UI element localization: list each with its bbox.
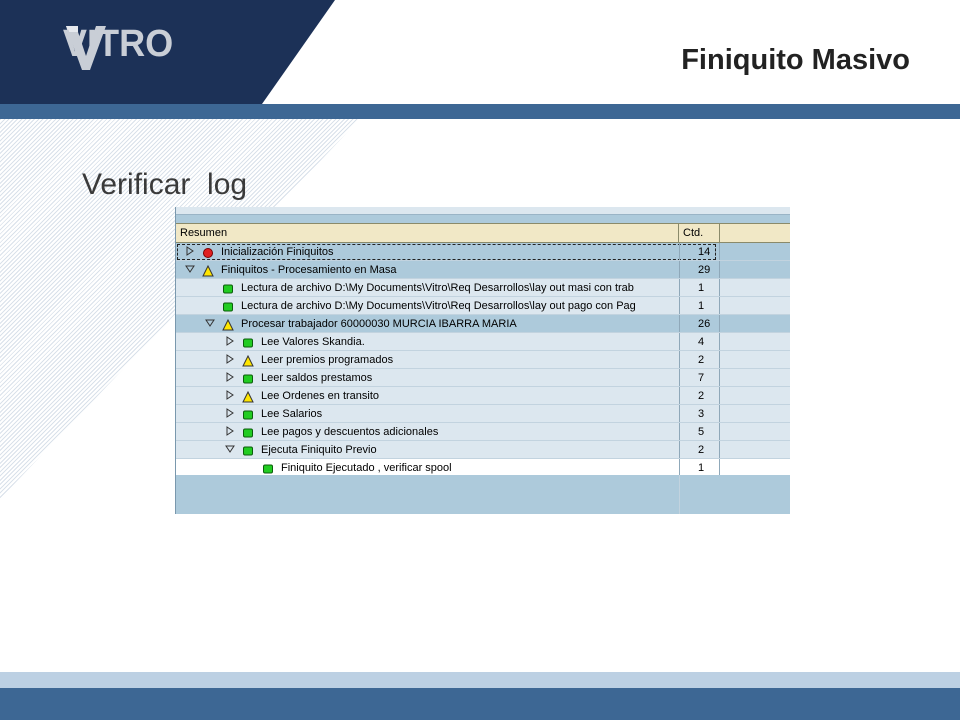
tree-row-count: 2 [679, 351, 720, 369]
tree-row[interactable]: Lectura de archivo D:\My Documents\Vitro… [176, 297, 790, 315]
tree-row-summary-cell: Lectura de archivo D:\My Documents\Vitro… [176, 297, 679, 315]
column-header-count[interactable]: Ctd. [679, 224, 720, 242]
tree-row-text: Finiquitos - Procesamiento en Masa [221, 264, 397, 276]
tree-row-count: 1 [679, 297, 720, 315]
sap-log-tree: Resumen Ctd. Inicialización Finiquitos 14… [175, 207, 790, 514]
logo-wordmark: VITRO [63, 18, 176, 66]
tree-row[interactable]: Lectura de archivo D:\My Documents\Vitro… [176, 279, 790, 297]
tree-row-summary-cell: Inicialización Finiquitos [176, 243, 717, 261]
triangle-right-icon[interactable] [224, 336, 236, 348]
tree-row-text: Leer premios programados [261, 354, 394, 366]
tree-row[interactable]: Lee Valores Skandia. 4 [176, 333, 790, 351]
tree-row-summary-cell: Procesar trabajador 60000030 MURCIA IBAR… [176, 315, 679, 333]
tree-row[interactable]: Finiquitos - Procesamiento en Masa 29 [176, 261, 790, 279]
yellow-triangle-icon [242, 354, 254, 367]
tree-row-text: Lectura de archivo D:\My Documents\Vitro… [241, 282, 634, 294]
triangle-right-icon[interactable] [184, 246, 196, 258]
yellow-triangle-icon [202, 264, 214, 277]
logo-text: VITRO [62, 23, 174, 65]
tree-row-count: 29 [679, 261, 720, 279]
tree-row-count: 26 [679, 315, 720, 333]
tree-row-text: Lee Ordenes en transito [261, 390, 380, 402]
tree-row[interactable]: Ejecuta Finiquito Previo 2 [176, 441, 790, 459]
green-square-icon [242, 444, 254, 456]
tree-row-summary-cell: Ejecuta Finiquito Previo [176, 441, 679, 459]
tree-row[interactable]: Lee pagos y descuentos adicionales 5 [176, 423, 790, 441]
tree-row-text: Inicialización Finiquitos [221, 246, 334, 258]
green-square-icon [222, 300, 234, 312]
green-square-icon [242, 426, 254, 438]
triangle-right-icon[interactable] [224, 426, 236, 438]
tree-row[interactable]: Lee Salarios 3 [176, 405, 790, 423]
column-header-summary[interactable]: Resumen [176, 224, 679, 242]
tree-row-count: 3 [679, 405, 720, 423]
tree-row-text: Procesar trabajador 60000030 MURCIA IBAR… [241, 318, 517, 330]
tree-row[interactable]: Inicialización Finiquitos 14 [176, 243, 790, 261]
tree-rows: Inicialización Finiquitos 14 Finiquitos - … [176, 243, 790, 477]
tree-row-summary-cell: Lectura de archivo D:\My Documents\Vitro… [176, 279, 679, 297]
tree-column-header: Resumen Ctd. [176, 223, 790, 243]
tree-row-count: 14 [679, 243, 720, 261]
tree-row-summary-cell: Lee Salarios [176, 405, 679, 423]
tree-row-count: 5 [679, 423, 720, 441]
tree-row-summary-cell: Lee Valores Skandia. [176, 333, 679, 351]
triangle-right-icon[interactable] [224, 390, 236, 402]
green-square-icon [262, 462, 274, 474]
triangle-right-icon[interactable] [224, 372, 236, 384]
tree-row-text: Lee Valores Skandia. [261, 336, 365, 348]
triangle-right-icon[interactable] [224, 408, 236, 420]
triangle-down-icon[interactable] [204, 318, 216, 330]
slide-subtitle: Verificar log [82, 168, 248, 201]
tree-row-summary-cell: Lee Ordenes en transito [176, 387, 679, 405]
slide-title: Finiquito Masivo [681, 44, 910, 76]
tree-row-summary-cell: Leer premios programados [176, 351, 679, 369]
triangle-down-icon[interactable] [184, 264, 196, 276]
green-square-icon [242, 372, 254, 384]
tree-row[interactable]: Leer premios programados 2 [176, 351, 790, 369]
tree-row-text: Lee Salarios [261, 408, 323, 420]
yellow-triangle-icon [242, 390, 254, 403]
tree-row-count: 2 [679, 441, 720, 459]
green-square-icon [242, 408, 254, 420]
tree-row[interactable]: Procesar trabajador 60000030 MURCIA IBAR… [176, 315, 790, 333]
tree-row-text: Lectura de archivo D:\My Documents\Vitro… [241, 300, 636, 312]
footer-dark-band [0, 688, 960, 720]
tree-row-text: Leer saldos prestamos [261, 372, 373, 384]
tree-row-count: 2 [679, 387, 720, 405]
tree-row[interactable]: Lee Ordenes en transito 2 [176, 387, 790, 405]
footer-light-band [0, 672, 960, 688]
tree-row-text: Lee pagos y descuentos adicionales [261, 426, 439, 438]
tree-row-count: 7 [679, 369, 720, 387]
column-divider [679, 475, 680, 514]
tree-empty-area [176, 475, 790, 514]
header-stripe [0, 104, 960, 119]
tree-row-summary-cell: Lee pagos y descuentos adicionales [176, 423, 679, 441]
triangle-down-icon[interactable] [224, 444, 236, 456]
yellow-triangle-icon [222, 318, 234, 331]
green-square-icon [222, 282, 234, 294]
tree-row-summary-cell: Leer saldos prestamos [176, 369, 679, 387]
tree-row-count: 4 [679, 333, 720, 351]
tree-row-count: 1 [679, 279, 720, 297]
tree-row-summary-cell: Finiquitos - Procesamiento en Masa [176, 261, 679, 279]
red-circle-icon [202, 246, 214, 258]
green-square-icon [242, 336, 254, 348]
tree-row[interactable]: Leer saldos prestamos 7 [176, 369, 790, 387]
triangle-right-icon[interactable] [224, 354, 236, 366]
sap-toolbar-strip [176, 207, 790, 215]
tree-row-text: Ejecuta Finiquito Previo [261, 444, 377, 456]
column-header-filler [720, 224, 790, 242]
